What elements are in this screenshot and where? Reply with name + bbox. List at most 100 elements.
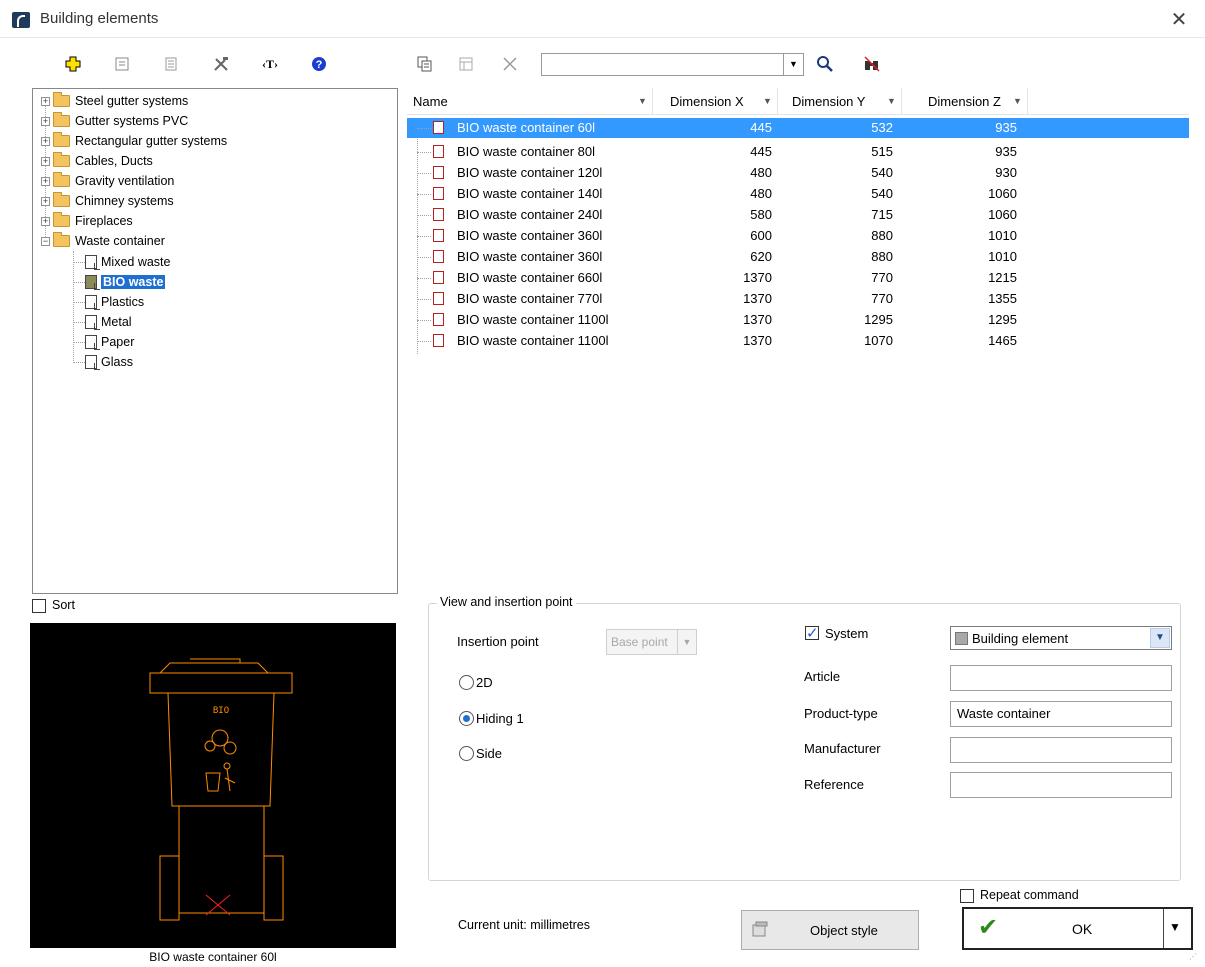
table-row[interactable]: BIO waste container 770l 1370 770 1355 (407, 289, 1189, 309)
add-plus-icon[interactable] (62, 53, 84, 75)
tree-folder-label: Cables, Ducts (75, 154, 153, 168)
reference-label: Reference (804, 777, 864, 792)
table-row[interactable]: BIO waste container 120l 480 540 930 (407, 163, 1189, 183)
chevron-down-icon[interactable]: ▼ (783, 54, 803, 75)
chevron-down-icon[interactable]: ▼ (635, 93, 650, 110)
search-icon[interactable] (814, 53, 836, 75)
manufacturer-field[interactable] (950, 737, 1172, 763)
table-row[interactable]: BIO waste container 660l 1370 770 1215 (407, 268, 1189, 288)
title-bar: Building elements ✕ (0, 0, 1205, 38)
element-icon (433, 166, 444, 179)
copy-icon[interactable] (414, 53, 436, 75)
column-header-dimension-y[interactable]: Dimension Y ▼ (781, 88, 902, 115)
tree-folder[interactable]: + Fireplaces (41, 211, 133, 231)
article-field[interactable] (950, 665, 1172, 691)
tree-folder[interactable]: + Gutter systems PVC (41, 111, 188, 131)
expand-plus-icon[interactable]: + (41, 136, 50, 146)
tools-icon[interactable] (210, 53, 232, 75)
document-icon (85, 355, 100, 370)
category-tree[interactable]: + Steel gutter systems + Gutter systems PV… (32, 88, 398, 594)
expand-plus-icon[interactable]: + (41, 196, 50, 206)
column-header-dimension-z[interactable]: Dimension Z ▼ (906, 88, 1028, 115)
tree-item[interactable]: Paper (85, 332, 134, 352)
element-icon (433, 187, 444, 200)
binoculars-icon[interactable] (861, 53, 883, 75)
repeat-command-label: Repeat command (980, 888, 1079, 902)
tree-item-selected[interactable]: BIO waste (85, 272, 166, 292)
tree-folder[interactable]: + Steel gutter systems (41, 91, 188, 111)
table-row[interactable]: BIO waste container 1100l 1370 1295 1295 (407, 310, 1189, 330)
expand-plus-icon[interactable]: + (41, 216, 50, 226)
product-type-field[interactable]: Waste container (950, 701, 1172, 727)
collapse-minus-icon[interactable]: − (41, 236, 50, 246)
folder-icon (53, 132, 70, 147)
folder-icon (53, 152, 70, 167)
tree-folder[interactable]: + Rectangular gutter systems (41, 131, 227, 151)
list-icon[interactable] (160, 53, 182, 75)
column-header-name[interactable]: Name ▼ (413, 88, 653, 115)
svg-text:?: ? (316, 59, 323, 71)
chevron-down-icon[interactable]: ▼ (760, 93, 775, 110)
folder-icon (53, 172, 70, 187)
app-logo-icon (12, 12, 30, 28)
resize-grip-icon[interactable]: ⋰ (1189, 952, 1197, 961)
text-tag-icon[interactable]: ‹T› (259, 53, 281, 75)
checkmark-icon: ✔ (978, 914, 999, 941)
search-combo[interactable]: ▼ (541, 53, 804, 76)
group-legend: View and insertion point (437, 595, 576, 609)
table-row[interactable]: BIO waste container 140l 480 540 1060 (407, 184, 1189, 204)
table-icon[interactable] (455, 53, 477, 75)
radio-side[interactable] (459, 746, 474, 761)
system-select[interactable]: Building element ▼ (950, 626, 1172, 650)
delete-icon[interactable] (499, 53, 521, 75)
table-row[interactable]: BIO waste container 360l 600 880 1010 (407, 226, 1189, 246)
object-style-button[interactable]: Object style (741, 910, 919, 950)
chevron-down-icon[interactable]: ▼ (1169, 920, 1181, 934)
tree-folder-label: Chimney systems (75, 194, 174, 208)
table-row[interactable]: BIO waste container 1100l 1370 1070 1465 (407, 331, 1189, 351)
element-icon (433, 250, 444, 263)
chevron-down-icon[interactable]: ▼ (1150, 628, 1170, 648)
ok-button[interactable]: ✔ OK ▼ (962, 907, 1193, 950)
element-icon (433, 229, 444, 242)
current-unit-text: Current unit: millimetres (458, 918, 590, 932)
radio-hiding-1[interactable] (459, 711, 474, 726)
object-style-label: Object style (810, 923, 878, 938)
help-icon[interactable]: ? (308, 53, 330, 75)
table-row[interactable]: BIO waste container 60l 445 532 935 (407, 118, 1189, 138)
expand-plus-icon[interactable]: + (41, 156, 50, 166)
column-header-dimension-x[interactable]: Dimension X ▼ (661, 88, 778, 115)
reference-field[interactable] (950, 772, 1172, 798)
tree-item[interactable]: Glass (85, 352, 133, 372)
element-icon (433, 271, 444, 284)
tree-item[interactable]: Plastics (85, 292, 144, 312)
tree-item[interactable]: Mixed waste (85, 252, 170, 272)
expand-plus-icon[interactable]: + (41, 176, 50, 186)
table-row[interactable]: BIO waste container 360l 620 880 1010 (407, 247, 1189, 267)
radio-2d[interactable] (459, 675, 474, 690)
properties-icon[interactable] (111, 53, 133, 75)
sort-checkbox[interactable] (32, 599, 46, 613)
color-swatch (955, 632, 968, 645)
element-icon (433, 145, 444, 158)
system-checkbox[interactable] (805, 624, 819, 642)
tree-folder[interactable]: + Chimney systems (41, 191, 174, 211)
search-input[interactable] (544, 55, 780, 74)
table-row[interactable]: BIO waste container 80l 445 515 935 (407, 142, 1189, 162)
element-icon (433, 208, 444, 221)
close-button[interactable]: ✕ (1165, 6, 1193, 34)
expand-plus-icon[interactable]: + (41, 96, 50, 106)
tree-folder[interactable]: + Cables, Ducts (41, 151, 153, 171)
object-style-icon (752, 921, 768, 940)
sort-label: Sort (52, 598, 75, 612)
expand-plus-icon[interactable]: + (41, 116, 50, 126)
table-row[interactable]: BIO waste container 240l 580 715 1060 (407, 205, 1189, 225)
document-icon (85, 295, 100, 310)
chevron-down-icon[interactable]: ▼ (884, 93, 899, 110)
tree-folder-expanded[interactable]: − Waste container (41, 231, 165, 251)
tree-folder[interactable]: + Gravity ventilation (41, 171, 174, 191)
tree-item[interactable]: Metal (85, 312, 132, 332)
chevron-down-icon: ▼ (677, 630, 696, 654)
repeat-command-checkbox[interactable] (960, 889, 974, 903)
chevron-down-icon[interactable]: ▼ (1010, 93, 1025, 110)
